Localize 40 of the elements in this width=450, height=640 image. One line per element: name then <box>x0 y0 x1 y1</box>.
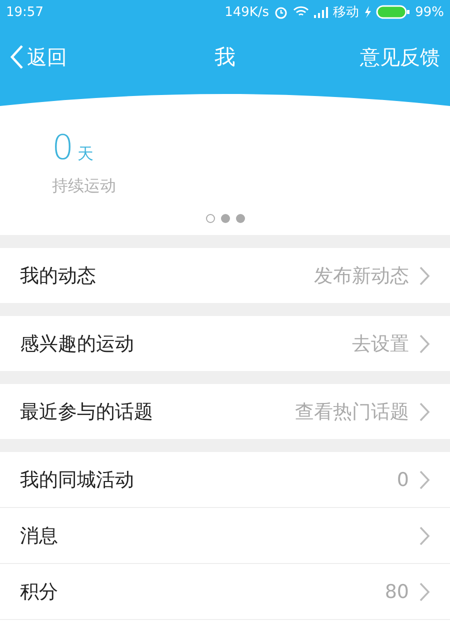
menu-row[interactable]: 我的动态 发布新动态 <box>0 248 450 303</box>
menu-row[interactable]: 最近参与的话题 查看热门话题 <box>0 384 450 439</box>
alarm-icon <box>274 5 288 19</box>
page-dot[interactable] <box>236 214 244 223</box>
menu-row[interactable]: 我的同城活动 0 <box>0 452 450 508</box>
row-label: 积分 <box>20 580 59 604</box>
page-dot[interactable] <box>220 214 230 223</box>
chevron-icon <box>419 266 430 286</box>
row-detail: 0 <box>396 468 409 490</box>
back-icon <box>10 44 24 70</box>
row-label: 我的同城活动 <box>20 468 135 492</box>
page-title: 我 <box>214 44 236 71</box>
row-label: 最近参与的话题 <box>20 400 154 424</box>
chevron-icon <box>419 582 430 602</box>
menu-row[interactable]: 积分 80 <box>0 564 450 619</box>
battery-percent: 99% <box>415 4 444 20</box>
row-label: 感兴趣的运动 <box>20 332 135 356</box>
menu-row[interactable]: 消息 <box>0 508 450 564</box>
chevron-icon <box>419 526 430 546</box>
streak-days: 0 <box>52 128 74 168</box>
carrier-name: 移动 <box>333 4 360 21</box>
row-detail: 80 <box>384 580 409 602</box>
row-detail: 去设置 <box>352 332 409 356</box>
signal-icon <box>314 6 328 18</box>
row-label: 消息 <box>20 524 59 548</box>
chevron-icon <box>419 402 430 422</box>
charging-icon <box>364 6 372 18</box>
battery-icon <box>376 5 410 19</box>
row-detail: 查看热门话题 <box>295 400 409 424</box>
menu-row[interactable]: 感兴趣的运动 去设置 <box>0 316 450 371</box>
status-time: 19:57 <box>6 4 44 20</box>
chevron-icon <box>419 470 430 490</box>
chevron-icon <box>419 334 430 354</box>
days-unit: 天 <box>78 144 94 165</box>
row-detail: 发布新动态 <box>314 264 409 288</box>
page-dot[interactable] <box>206 214 214 223</box>
streak-label: 持续运动 <box>52 176 117 197</box>
wifi-icon <box>293 6 310 18</box>
row-label: 我的动态 <box>20 264 97 288</box>
network-speed: 149K/s <box>224 4 270 20</box>
